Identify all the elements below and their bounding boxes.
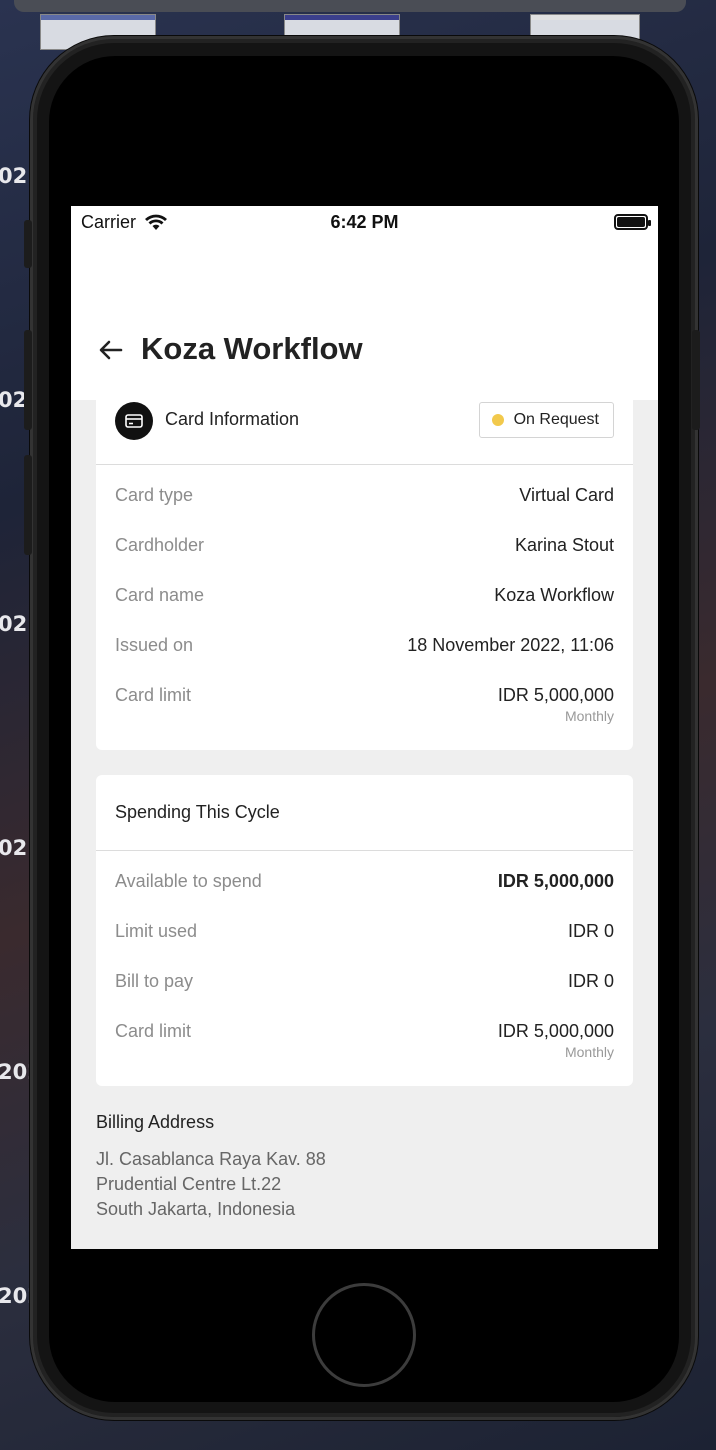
row-subvalue: Monthly <box>564 708 614 724</box>
row-value: Virtual Card <box>519 485 614 505</box>
home-button[interactable] <box>312 1283 416 1387</box>
status-bar: Carrier 6:42 PM <box>71 206 658 238</box>
row-value: Karina Stout <box>514 535 614 555</box>
status-dot-icon <box>491 414 504 426</box>
wifi-icon <box>145 214 168 230</box>
cardholder-row: Cardholder Karina Stout <box>96 535 633 585</box>
limit-used-row: Limit used IDR 0 <box>96 921 633 971</box>
billing-address-line: South Jakarta, Indonesia <box>96 1199 296 1219</box>
volume-up-button <box>24 330 32 430</box>
row-value: Koza Workflow <box>494 585 614 605</box>
card-information-header: Card Information On Request <box>96 366 633 465</box>
row-value: IDR 0 <box>567 971 614 991</box>
page-title: Koza Workflow <box>141 331 363 366</box>
card-information-section: Card Information On Request Card type Vi… <box>96 366 633 750</box>
spending-title: Spending This Cycle <box>115 802 280 822</box>
billing-address-line: Jl. Casablanca Raya Kav. 88 <box>96 1149 326 1169</box>
row-label: Bill to pay <box>115 971 194 991</box>
row-label: Card type <box>115 485 194 505</box>
mute-switch <box>24 220 32 268</box>
issued-on-row: Issued on 18 November 2022, 11:06 <box>96 635 633 685</box>
billing-address-section: Billing Address Jl. Casablanca Raya Kav.… <box>96 1112 326 1222</box>
row-label: Card limit <box>115 1021 192 1041</box>
billing-address-line: Prudential Centre Lt.22 <box>96 1174 282 1194</box>
power-button <box>692 330 700 430</box>
row-label: Limit used <box>115 921 198 941</box>
row-value: IDR 5,000,000 <box>497 1021 614 1041</box>
card-name-row: Card name Koza Workflow <box>96 585 633 635</box>
card-information-title: Card Information <box>165 409 300 429</box>
card-type-row: Card type Virtual Card <box>96 485 633 535</box>
row-value: 18 November 2022, 11:06 <box>407 635 614 655</box>
volume-down-button <box>24 455 32 555</box>
row-value: IDR 5,000,000 <box>497 871 614 891</box>
row-label: Card name <box>115 585 205 605</box>
status-badge: On Request <box>478 402 614 438</box>
row-subvalue: Monthly <box>564 1044 614 1060</box>
bill-to-pay-row: Bill to pay IDR 0 <box>96 971 633 1021</box>
status-badge-label: On Request <box>513 411 599 428</box>
desktop-label: 02 <box>0 612 28 636</box>
row-label: Card limit <box>115 685 192 705</box>
billing-address-title: Billing Address <box>96 1112 215 1132</box>
card-limit-row: Card limit IDR 5,000,000 Monthly <box>96 1021 633 1071</box>
card-icon <box>115 402 153 440</box>
card-limit-row: Card limit IDR 5,000,000 Monthly <box>96 685 633 735</box>
app-screen: Carrier 6:42 PM Koza Workflow Card Infor… <box>71 206 658 1249</box>
row-label: Cardholder <box>115 535 205 555</box>
battery-icon <box>614 214 651 230</box>
spending-header: Spending This Cycle <box>96 775 633 851</box>
desktop-window-bar <box>14 0 686 12</box>
carrier-label: Carrier <box>81 211 137 232</box>
row-label: Issued on <box>115 635 194 655</box>
arrow-left-icon[interactable] <box>97 336 125 364</box>
available-to-spend-row: Available to spend IDR 5,000,000 <box>96 871 633 921</box>
row-value: IDR 0 <box>567 921 614 941</box>
desktop-label: 02 <box>0 164 28 188</box>
row-label: Available to spend <box>115 871 262 891</box>
desktop-label: 02 <box>0 836 28 860</box>
spending-section: Spending This Cycle Available to spend I… <box>96 775 633 1086</box>
row-value: IDR 5,000,000 <box>497 685 614 705</box>
